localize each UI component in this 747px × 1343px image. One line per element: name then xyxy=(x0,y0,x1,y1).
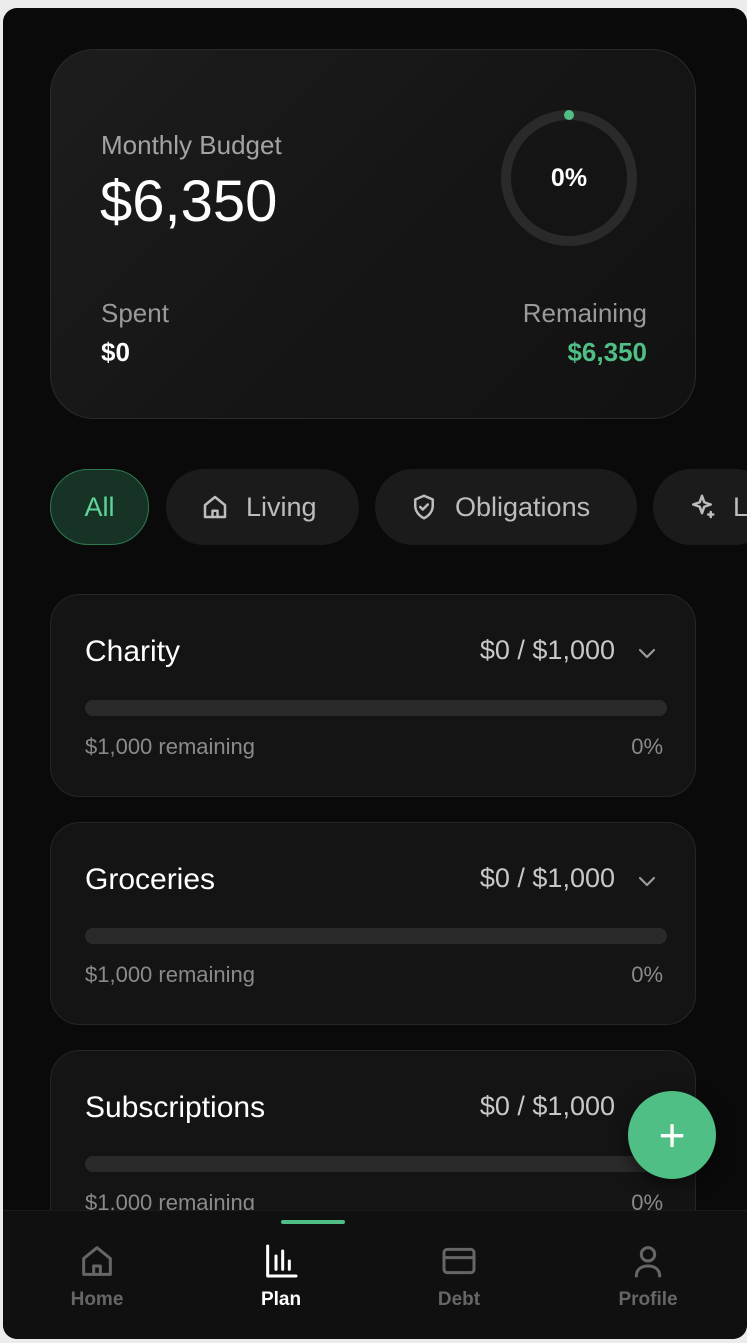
nav-label: Home xyxy=(70,1289,124,1310)
user-icon xyxy=(634,1246,662,1278)
plus-icon: + xyxy=(658,1109,686,1161)
category-name: Charity xyxy=(85,635,181,668)
budget-label: Monthly Budget xyxy=(101,130,282,160)
home-icon xyxy=(203,495,227,519)
spent-value: $0 xyxy=(101,337,130,367)
shield-check-icon xyxy=(414,494,434,520)
category-amount: $0 / $1,000 xyxy=(479,635,615,665)
category-progress-bar xyxy=(85,1156,667,1172)
add-category-button[interactable]: + xyxy=(628,1091,716,1179)
category-name: Groceries xyxy=(85,863,216,896)
nav-label: Plan xyxy=(260,1289,302,1310)
nav-label: Profile xyxy=(618,1289,678,1310)
category-progress-bar xyxy=(85,928,667,944)
budget-progress-ring: 0% xyxy=(499,108,639,248)
sparkles-icon xyxy=(692,494,715,519)
remaining-value: $6,350 xyxy=(567,337,647,367)
filter-chip-living[interactable]: Living xyxy=(166,469,359,545)
home-icon xyxy=(82,1246,112,1276)
filter-chip-label: L xyxy=(733,491,747,522)
active-tab-indicator xyxy=(281,1220,345,1224)
nav-item-plan[interactable]: Plan xyxy=(221,1241,341,1321)
remaining-label: Remaining xyxy=(522,298,647,328)
bar-chart-icon xyxy=(266,1244,298,1278)
monthly-budget-card: Monthly Budget $6,350 0% Spent $0 Remain… xyxy=(50,49,696,419)
filter-chip-partial[interactable]: L xyxy=(653,469,747,545)
nav-item-home[interactable]: Home xyxy=(37,1241,157,1321)
nav-item-profile[interactable]: Profile xyxy=(588,1241,708,1321)
filter-chip-label: Obligations xyxy=(455,491,591,522)
filter-chip-all[interactable]: All xyxy=(50,469,149,545)
category-progress-bar xyxy=(85,700,667,716)
credit-card-icon xyxy=(442,1247,476,1275)
filter-chip-label: All xyxy=(84,491,115,522)
category-amount: $0 / $1,000 xyxy=(479,1091,615,1121)
budget-amount: $6,350 xyxy=(100,169,278,234)
budget-percent: 0% xyxy=(550,164,588,192)
filter-chip-label: Living xyxy=(246,491,317,522)
category-percent: 0% xyxy=(631,962,663,987)
nav-label: Debt xyxy=(437,1289,481,1310)
category-remaining: $1,000 remaining xyxy=(85,962,256,987)
category-remaining: $1,000 remaining xyxy=(85,734,256,759)
category-card-charity[interactable]: Charity $0 / $1,000 $1,000 remaining 0% xyxy=(50,594,696,797)
category-card-groceries[interactable]: Groceries $0 / $1,000 $1,000 remaining 0… xyxy=(50,822,696,1025)
chevron-down-icon[interactable] xyxy=(635,869,659,893)
filter-chip-obligations[interactable]: Obligations xyxy=(375,469,637,545)
category-name: Subscriptions xyxy=(85,1091,266,1124)
chevron-down-icon[interactable] xyxy=(635,641,659,665)
nav-item-debt[interactable]: Debt xyxy=(399,1241,519,1321)
bottom-navigation: Home Plan Debt Profile xyxy=(3,1210,747,1339)
category-percent: 0% xyxy=(631,734,663,759)
spent-label: Spent xyxy=(101,298,169,328)
app-screen: Monthly Budget $6,350 0% Spent $0 Remain… xyxy=(3,8,747,1339)
category-filter-bar: All Living Obligations L xyxy=(3,469,747,545)
category-amount: $0 / $1,000 xyxy=(479,863,615,893)
